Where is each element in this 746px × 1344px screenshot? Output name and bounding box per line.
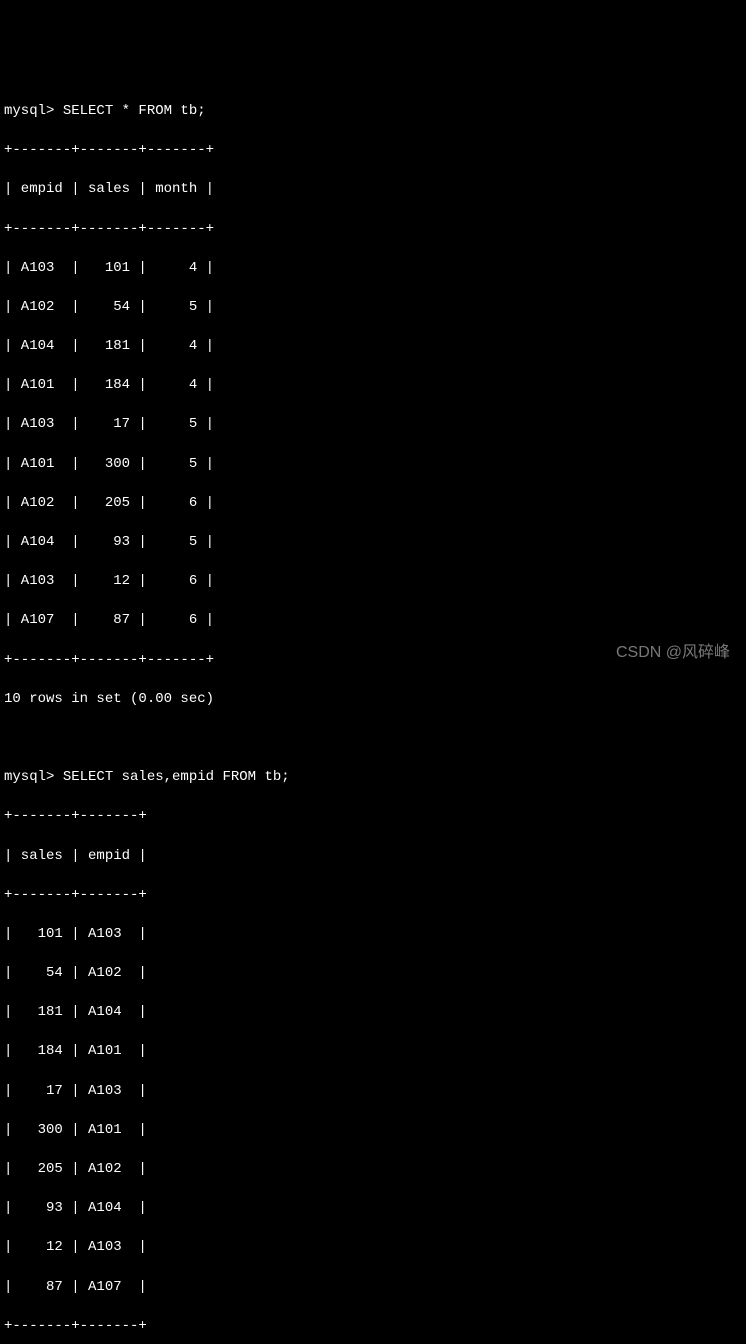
table-border: +-------+-------+ (4, 886, 742, 906)
table-row: | 181 | A104 | (4, 1003, 742, 1023)
table-row: | A103 | 17 | 5 | (4, 415, 742, 435)
table-border: +-------+-------+-------+ (4, 220, 742, 240)
table-row: | A103 | 12 | 6 | (4, 572, 742, 592)
query-line-2: mysql> SELECT sales,empid FROM tb; (4, 768, 742, 788)
table-row: | 17 | A103 | (4, 1082, 742, 1102)
table-row: | 300 | A101 | (4, 1121, 742, 1141)
table-row: | A101 | 300 | 5 | (4, 455, 742, 475)
table-row: | 54 | A102 | (4, 964, 742, 984)
sql-statement: SELECT * FROM tb; (63, 103, 206, 119)
sql-statement: SELECT sales,empid FROM tb; (63, 769, 290, 785)
table-row: | A103 | 101 | 4 | (4, 259, 742, 279)
table-row: | A104 | 181 | 4 | (4, 337, 742, 357)
table-border: +-------+-------+-------+ (4, 651, 742, 671)
blank-line (4, 729, 742, 749)
table-row: | 101 | A103 | (4, 925, 742, 945)
mysql-prompt: mysql> (4, 769, 63, 785)
table-row: | A104 | 93 | 5 | (4, 533, 742, 553)
table-header: | empid | sales | month | (4, 180, 742, 200)
mysql-prompt: mysql> (4, 103, 63, 119)
table-row: | 87 | A107 | (4, 1278, 742, 1298)
query-line-1: mysql> SELECT * FROM tb; (4, 102, 742, 122)
table-row: | A102 | 54 | 5 | (4, 298, 742, 318)
table-border: +-------+-------+ (4, 807, 742, 827)
table-border: +-------+-------+-------+ (4, 141, 742, 161)
table-border: +-------+-------+ (4, 1317, 742, 1337)
result-footer: 10 rows in set (0.00 sec) (4, 690, 742, 710)
table-row: | A102 | 205 | 6 | (4, 494, 742, 514)
table-row: | 12 | A103 | (4, 1238, 742, 1258)
table-row: | 184 | A101 | (4, 1042, 742, 1062)
table-row: | A107 | 87 | 6 | (4, 611, 742, 631)
table-row: | 93 | A104 | (4, 1199, 742, 1219)
terminal-output: mysql> SELECT * FROM tb; +-------+------… (4, 82, 742, 1344)
table-row: | 205 | A102 | (4, 1160, 742, 1180)
table-header: | sales | empid | (4, 847, 742, 867)
table-row: | A101 | 184 | 4 | (4, 376, 742, 396)
